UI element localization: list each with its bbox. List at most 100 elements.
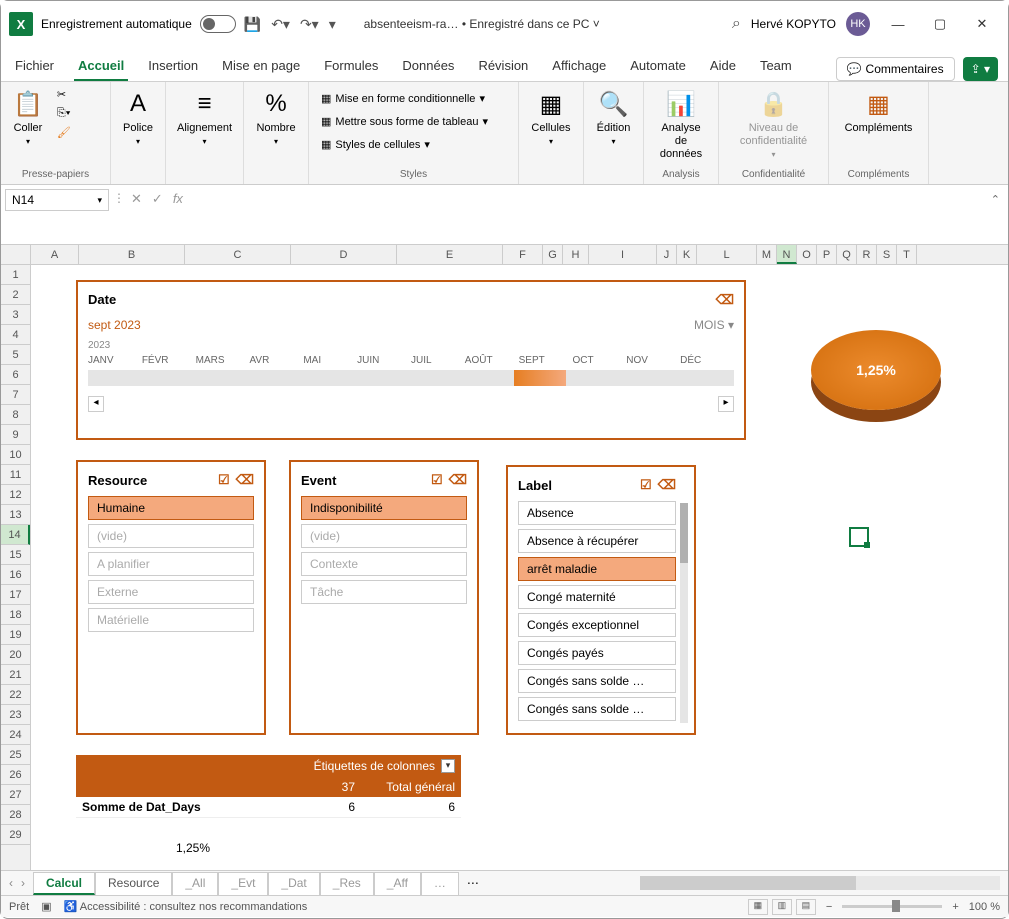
slicer-item[interactable]: Indisponibilité: [301, 496, 467, 520]
timeline-month[interactable]: OCT: [572, 355, 626, 366]
slicer-item[interactable]: (vide): [301, 524, 467, 548]
fx-icon[interactable]: fx: [169, 191, 187, 206]
label-slicer-scrollbar[interactable]: [680, 503, 688, 723]
tab-accueil[interactable]: Accueil: [74, 52, 128, 81]
timeline-month[interactable]: NOV: [626, 355, 680, 366]
row-header[interactable]: 24: [1, 725, 30, 745]
page-layout-view-icon[interactable]: ▥: [772, 899, 792, 915]
redo-icon[interactable]: ↷▾: [300, 16, 319, 33]
tab-team[interactable]: Team: [756, 52, 796, 81]
event-slicer[interactable]: Event ☑⌫ Indisponibilité(vide)ContexteTâ…: [289, 460, 479, 735]
timeline-month[interactable]: SEPT: [519, 355, 573, 366]
multiselect-icon[interactable]: ☑: [640, 477, 652, 493]
column-header[interactable]: P: [817, 245, 837, 264]
timeline-unit[interactable]: MOIS ▾: [694, 318, 734, 332]
minimize-button[interactable]: —: [880, 10, 916, 38]
slicer-item[interactable]: Congés payés: [518, 641, 676, 665]
row-header[interactable]: 25: [1, 745, 30, 765]
column-header[interactable]: G: [543, 245, 563, 264]
row-header[interactable]: 22: [1, 685, 30, 705]
timeline-month[interactable]: AVR: [249, 355, 303, 366]
row-header[interactable]: 3: [1, 305, 30, 325]
tab-formules[interactable]: Formules: [320, 52, 382, 81]
sheet-tab[interactable]: _Dat: [268, 872, 319, 895]
sheet-nav-prev-icon[interactable]: ‹: [9, 876, 13, 890]
tab-révision[interactable]: Révision: [474, 52, 532, 81]
zoom-slider[interactable]: [842, 905, 942, 908]
column-header[interactable]: S: [877, 245, 897, 264]
row-header[interactable]: 11: [1, 465, 30, 485]
timeline-month[interactable]: MARS: [196, 355, 250, 366]
undo-icon[interactable]: ↶▾: [271, 16, 290, 33]
sheet-tab[interactable]: _Res: [320, 872, 374, 895]
maximize-button[interactable]: ▢: [922, 10, 958, 38]
column-header[interactable]: T: [897, 245, 917, 264]
row-header[interactable]: 27: [1, 785, 30, 805]
sheet-nav-next-icon[interactable]: ›: [21, 876, 25, 890]
timeline-month[interactable]: MAI: [303, 355, 357, 366]
column-header[interactable]: B: [79, 245, 185, 264]
row-header[interactable]: 18: [1, 605, 30, 625]
row-header[interactable]: 23: [1, 705, 30, 725]
slicer-item[interactable]: Congé maternité: [518, 585, 676, 609]
timeline-selection[interactable]: [514, 370, 566, 386]
page-break-view-icon[interactable]: ▤: [796, 899, 816, 915]
column-header[interactable]: H: [563, 245, 589, 264]
sheet-tab[interactable]: Calcul: [33, 872, 95, 895]
formula-input[interactable]: [187, 185, 1008, 235]
slicer-item[interactable]: Congés sans solde …: [518, 669, 676, 693]
zoom-level[interactable]: 100 %: [969, 901, 1000, 913]
timeline-month[interactable]: FÉVR: [142, 355, 196, 366]
conditional-formatting-button[interactable]: ▦ Mise en forme conditionnelle ▾: [317, 90, 510, 107]
name-box[interactable]: N14▾: [5, 189, 109, 211]
row-header[interactable]: 15: [1, 545, 30, 565]
slicer-item[interactable]: (vide): [88, 524, 254, 548]
row-header[interactable]: 14: [1, 525, 30, 545]
row-header[interactable]: 12: [1, 485, 30, 505]
tab-données[interactable]: Données: [398, 52, 458, 81]
autosave-toggle[interactable]: [200, 15, 236, 33]
timeline-month[interactable]: AOÛT: [465, 355, 519, 366]
slicer-item[interactable]: Absence: [518, 501, 676, 525]
row-header[interactable]: 29: [1, 825, 30, 845]
paste-button[interactable]: 📋 Coller▾: [9, 86, 47, 148]
tab-insertion[interactable]: Insertion: [144, 52, 202, 81]
row-header[interactable]: 10: [1, 445, 30, 465]
close-button[interactable]: ✕: [964, 10, 1000, 38]
tab-mise-en-page[interactable]: Mise en page: [218, 52, 304, 81]
row-header[interactable]: 8: [1, 405, 30, 425]
slicer-item[interactable]: Contexte: [301, 552, 467, 576]
column-header[interactable]: M: [757, 245, 777, 264]
column-header[interactable]: C: [185, 245, 291, 264]
font-button[interactable]: A Police▾: [119, 86, 157, 148]
editing-button[interactable]: 🔍 Édition▾: [592, 86, 635, 148]
column-header[interactable]: K: [677, 245, 697, 264]
sheet-tab[interactable]: …: [421, 872, 459, 895]
row-header[interactable]: 2: [1, 285, 30, 305]
cell-styles-button[interactable]: ▦ Styles de cellules ▾: [317, 136, 510, 153]
row-header[interactable]: 7: [1, 385, 30, 405]
clear-filter-icon[interactable]: ⌫: [658, 477, 676, 493]
format-painter-icon[interactable]: 🖌: [53, 124, 75, 141]
resource-slicer[interactable]: Resource ☑⌫ Humaine(vide)A planifierExte…: [76, 460, 266, 735]
row-header[interactable]: 1: [1, 265, 30, 285]
slicer-item[interactable]: Absence à récupérer: [518, 529, 676, 553]
format-as-table-button[interactable]: ▦ Mettre sous forme de tableau ▾: [317, 113, 510, 130]
sheet-tab[interactable]: Resource: [95, 872, 172, 895]
timeline-bar[interactable]: [88, 370, 734, 386]
timeline-prev-icon[interactable]: ◂: [88, 396, 104, 412]
column-header[interactable]: J: [657, 245, 677, 264]
sheet-tab[interactable]: _Aff: [374, 872, 421, 895]
accessibility-status[interactable]: ♿ Accessibilité : consultez nos recomman…: [64, 900, 308, 913]
slicer-item[interactable]: arrêt maladie: [518, 557, 676, 581]
zoom-out-icon[interactable]: −: [826, 901, 832, 913]
column-header[interactable]: A: [31, 245, 79, 264]
row-header[interactable]: 28: [1, 805, 30, 825]
pivot-table[interactable]: Étiquettes de colonnes ▾ 37 Total généra…: [76, 755, 461, 858]
slicer-item[interactable]: Congés exceptionnel: [518, 613, 676, 637]
comments-button[interactable]: 💬 Commentaires: [836, 57, 955, 81]
selected-cell[interactable]: [849, 527, 869, 547]
addins-button[interactable]: ▦ Compléments: [837, 86, 920, 137]
collapse-formula-bar-icon[interactable]: ⌃: [991, 193, 1000, 206]
fill-handle[interactable]: [864, 542, 870, 548]
